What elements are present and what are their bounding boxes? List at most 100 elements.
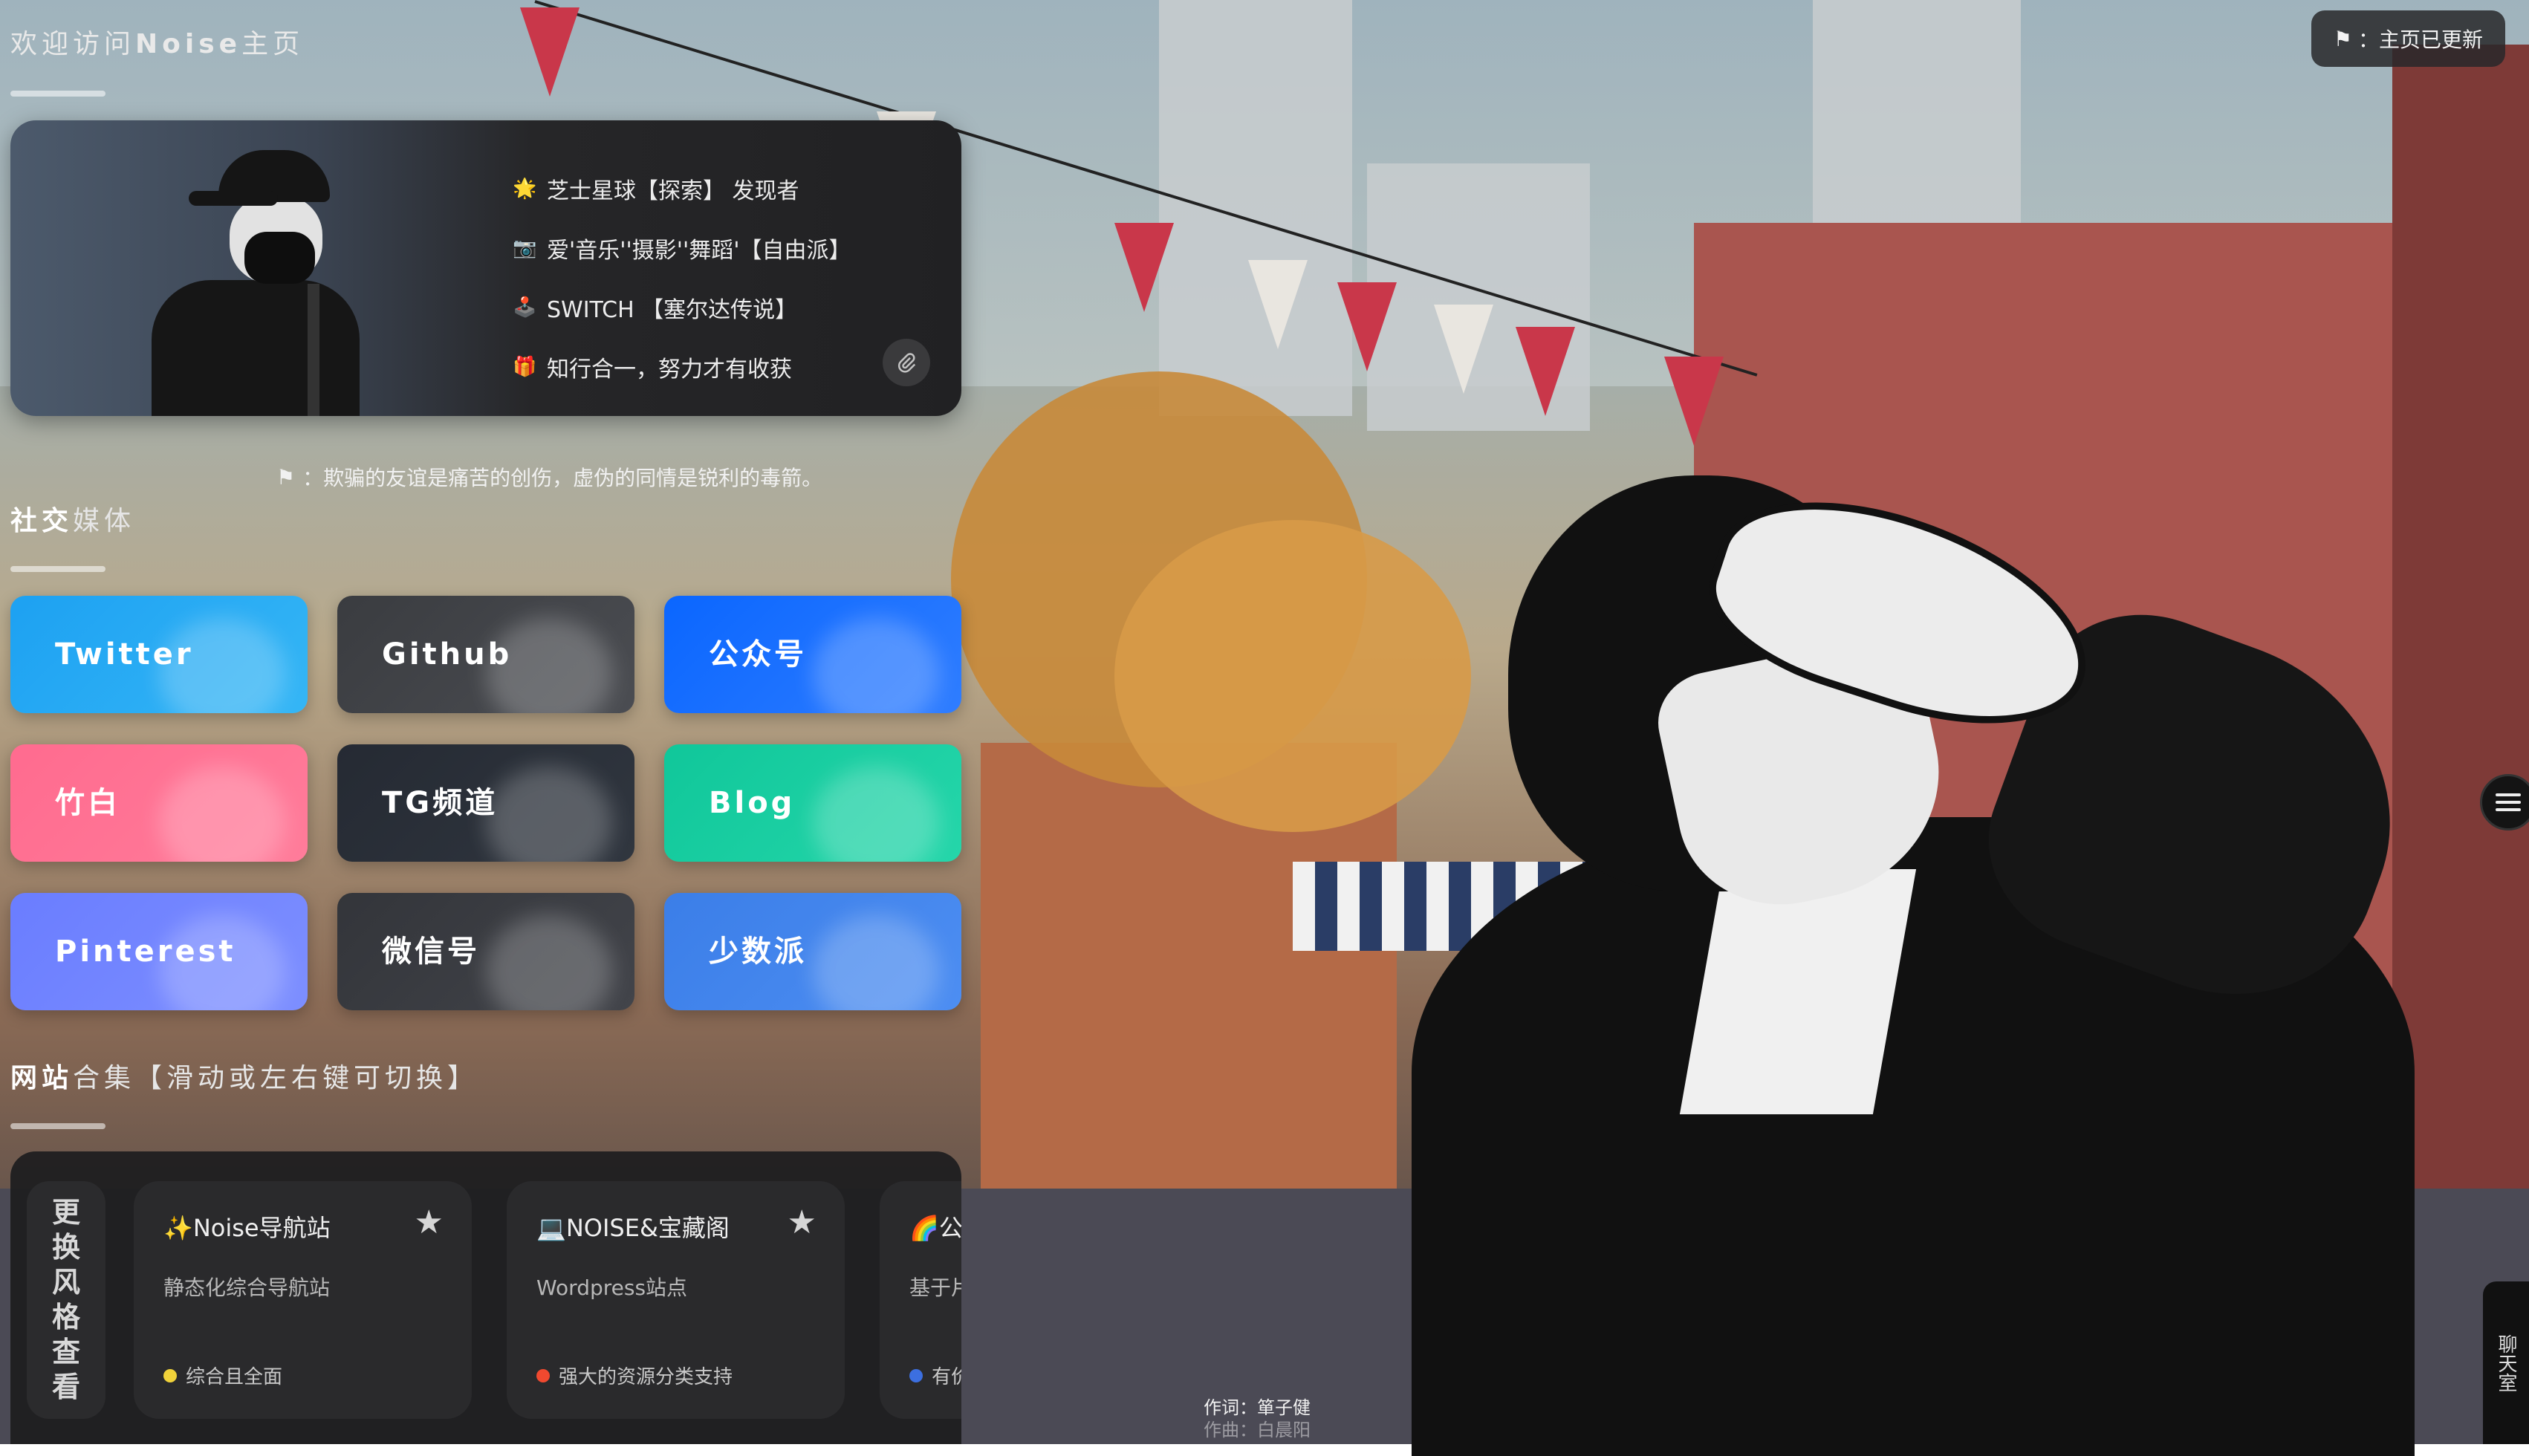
sites-title-bold: 网站 — [10, 1063, 74, 1093]
star-icon[interactable]: ★ — [788, 1203, 817, 1241]
profile-line-text: 芝士星球【探索】 发现者 — [547, 178, 799, 204]
profile-line-text: 知行合一，努力才有收获 — [547, 357, 792, 383]
style-switch-char: 看 — [51, 1371, 80, 1403]
quote-text: ：欺骗的友谊是痛苦的创伤，虚伪的同情是锐利的毒箭。 — [302, 466, 823, 490]
paperclip-icon — [897, 353, 916, 373]
style-switch-char: 查 — [51, 1336, 80, 1368]
bunting-flag — [1248, 260, 1308, 349]
avatar-mask — [244, 232, 315, 284]
blog-button[interactable]: Blog — [664, 744, 961, 862]
avatar — [137, 150, 374, 416]
site-card-desc: Wordpress站点 — [536, 1275, 688, 1300]
bunting-flag — [1664, 357, 1724, 446]
profile-lines: 🌟 芝士星球【探索】 发现者 📷 爱'音乐''摄影''舞蹈'【自由派】 🕹️ SWIT… — [513, 159, 851, 397]
sites-underline — [10, 1123, 105, 1129]
update-notice-text: ：主页已更新 — [2357, 27, 2483, 52]
site-card-tag: 综合且全面 — [163, 1362, 282, 1389]
profile-line: 🕹️ SWITCH 【塞尔达传说】 — [513, 278, 851, 337]
title-prefix: 欢迎访问 — [10, 29, 136, 59]
quote-line: ⚑ ：欺骗的友谊是痛苦的创伤，虚伪的同情是锐利的毒箭。 — [276, 462, 822, 492]
chatroom-tab[interactable]: 聊天室 — [2483, 1281, 2529, 1444]
sites-section-title: 网站合集【滑动或左右键可切换】 — [10, 1056, 478, 1095]
social-label: Blog — [709, 786, 796, 820]
pinterest-button[interactable]: Pinterest — [10, 893, 308, 1010]
joystick-icon: 🕹️ — [513, 296, 537, 319]
zhubai-icon — [159, 767, 285, 862]
site-card-noise-nav[interactable]: ✨Noise导航站 ★ 静态化综合导航站 综合且全面 — [134, 1181, 472, 1419]
title-underline — [10, 91, 105, 97]
gift-icon: 🎁 — [513, 356, 537, 378]
bunting-flag — [1114, 223, 1174, 312]
profile-line: 📷 爱'音乐''摄影''舞蹈'【自由派】 — [513, 218, 851, 278]
twitter-button[interactable]: Twitter — [10, 596, 308, 713]
status-dot — [536, 1368, 550, 1382]
update-notice[interactable]: ⚑ ：主页已更新 — [2311, 10, 2505, 67]
social-title-bold: 社交 — [10, 506, 74, 536]
zhubai-button[interactable]: 竹白 — [10, 744, 308, 862]
profile-line-text: SWITCH 【塞尔达传说】 — [547, 297, 798, 323]
avatar-torso — [152, 280, 360, 416]
site-card-desc: 静态化综合导航站 — [163, 1275, 331, 1300]
star-icon: 🌟 — [513, 178, 537, 200]
site-card-noise-treasure[interactable]: 💻NOISE&宝藏阁 ★ Wordpress站点 强大的资源分类支持 — [507, 1181, 845, 1419]
flag-icon: ⚑ — [276, 464, 296, 490]
site-card-tag: 强大的资源分类支持 — [536, 1362, 733, 1389]
status-dot — [909, 1368, 923, 1382]
bunting-flag — [1434, 305, 1493, 394]
title-suffix: 主页 — [241, 29, 305, 59]
site-card-name: 🌈公 — [909, 1214, 961, 1242]
page-title: 欢迎访问Noise主页 — [10, 22, 304, 61]
site-card-tag-text: 有价 — [932, 1366, 961, 1388]
menu-button[interactable] — [2480, 774, 2529, 831]
status-dot — [163, 1368, 177, 1382]
profile-card: 🌟 芝士星球【探索】 发现者 📷 爱'音乐''摄影''舞蹈'【自由派】 🕹️ SWIT… — [10, 120, 961, 416]
profile-line: 🎁 知行合一，努力才有收获 — [513, 337, 851, 397]
camera-icon: 📷 — [513, 237, 537, 259]
autumn-tree — [1114, 520, 1471, 832]
wechat-official-button[interactable]: 公众号 — [664, 596, 961, 713]
avatar-bag-strap — [308, 284, 319, 416]
style-switch-char: 换 — [51, 1231, 80, 1264]
bunting-flag — [1516, 327, 1575, 416]
profile-line: 🌟 芝士星球【探索】 发现者 — [513, 159, 851, 218]
social-label: 微信号 — [382, 935, 480, 969]
style-switch-char: 格 — [51, 1301, 80, 1333]
style-switch-char: 更 — [51, 1196, 80, 1229]
social-label: 竹白 — [55, 786, 120, 820]
star-icon[interactable]: ★ — [415, 1203, 444, 1241]
social-underline — [10, 566, 105, 572]
sites-carousel[interactable]: 更 换 风 格 查 看 ✨Noise导航站 ★ 静态化综合导航站 综合且全面 💻… — [10, 1151, 961, 1444]
title-brand: Noise — [135, 29, 242, 59]
lyrics-display: 作词：箪子健 作曲：白晨阳 — [1204, 1397, 1311, 1441]
site-card-tag-text: 综合且全面 — [186, 1366, 283, 1388]
sites-title-rest: 合集【滑动或左右键可切换】 — [73, 1063, 479, 1093]
menu-icon — [2496, 789, 2521, 816]
social-section-title: 社交媒体 — [10, 499, 135, 538]
social-title-rest: 媒体 — [73, 506, 136, 536]
profile-line-text: 爱'音乐''摄影''舞蹈'【自由派】 — [547, 238, 851, 264]
wechat-icon — [486, 915, 612, 1010]
social-label: TG频道 — [382, 786, 499, 820]
lyrics-line: 作词：箪子健 — [1204, 1397, 1311, 1418]
bunting-flag — [1337, 282, 1397, 371]
lyrics-line: 作曲：白晨阳 — [1204, 1420, 1311, 1440]
change-style-button[interactable]: 更 换 风 格 查 看 — [27, 1181, 105, 1419]
flag-icon: ⚑ — [2333, 26, 2352, 51]
sspai-icon — [813, 915, 939, 1010]
link-button[interactable] — [883, 339, 930, 386]
social-label: 公众号 — [709, 637, 807, 672]
wechat-id-button[interactable]: 微信号 — [337, 893, 634, 1010]
sspai-button[interactable]: 少数派 — [664, 893, 961, 1010]
site-card-partial[interactable]: 🌈公 基于片 有价 — [880, 1181, 961, 1419]
github-button[interactable]: Github — [337, 596, 634, 713]
social-grid: Twitter Github 公众号 竹白 TG频道 Blog Pinteres… — [10, 596, 961, 1012]
site-card-desc: 基于片 — [909, 1275, 961, 1300]
chatroom-label: 聊天室 — [2495, 1333, 2517, 1392]
site-card-name: ✨Noise导航站 — [163, 1214, 331, 1242]
telegram-icon — [486, 767, 612, 862]
avatar-cap-brim — [189, 191, 278, 206]
style-switch-char: 风 — [51, 1266, 80, 1299]
site-card-name: 💻NOISE&宝藏阁 — [536, 1214, 730, 1242]
city-tower — [1159, 0, 1352, 416]
telegram-channel-button[interactable]: TG频道 — [337, 744, 634, 862]
